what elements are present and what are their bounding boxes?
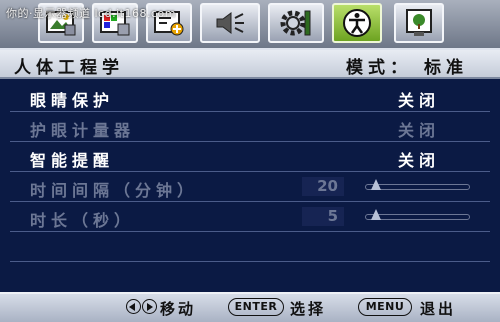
menu-item-label: 时间间隔（分钟） bbox=[30, 181, 199, 200]
audio-tab[interactable] bbox=[200, 3, 260, 43]
eco-plant-icon bbox=[406, 9, 432, 36]
slider-knob bbox=[371, 209, 381, 220]
menu-item-value: 关闭 bbox=[398, 91, 441, 110]
menu-item-eye-protect[interactable]: 眼睛保护 关闭 bbox=[10, 82, 490, 112]
ergonomics-menu: 眼睛保护 关闭 护眼计量器 关闭 智能提醒 关闭 时间间隔（分钟） 20 时长（… bbox=[10, 82, 490, 282]
menu-item-label: 眼睛保护 bbox=[30, 91, 115, 110]
menu-item-label: 智能提醒 bbox=[30, 151, 115, 170]
menu-item-smart-reminder[interactable]: 智能提醒 关闭 bbox=[10, 142, 490, 172]
interval-slider bbox=[365, 179, 470, 190]
menu-item-interval: 时间间隔（分钟） 20 bbox=[10, 172, 490, 202]
menu-item-label: 护眼计量器 bbox=[30, 121, 136, 140]
section-header: 人体工程学 模式： 标准 bbox=[0, 50, 500, 79]
exit-hint: 退出 bbox=[420, 300, 457, 318]
interval-value: 20 bbox=[302, 177, 344, 196]
slider-knob bbox=[371, 179, 381, 190]
watermark-text: 你的‧显示器频道 lcd.it168.com bbox=[6, 7, 176, 20]
system-tab[interactable] bbox=[268, 3, 324, 43]
menu-item-value: 关闭 bbox=[398, 151, 441, 170]
menu-item-duration: 时长（秒） 5 bbox=[10, 202, 490, 232]
menu-item-value: 关闭 bbox=[398, 121, 441, 140]
duration-value: 5 bbox=[302, 207, 344, 226]
empty-row bbox=[10, 232, 490, 262]
section-title: 人体工程学 bbox=[14, 58, 124, 78]
menu-item-label: 时长（秒） bbox=[30, 211, 136, 230]
left-arrow-icon bbox=[126, 299, 141, 314]
mode-label: 模式： bbox=[346, 58, 412, 78]
ergonomics-tab[interactable] bbox=[332, 3, 382, 43]
duration-slider bbox=[365, 209, 470, 220]
speaker-icon bbox=[216, 12, 244, 34]
menu-key-icon: MENU bbox=[358, 298, 412, 316]
select-hint: 选择 bbox=[290, 300, 327, 318]
empty-row bbox=[10, 262, 490, 291]
mode-value: 标准 bbox=[424, 58, 468, 78]
gear-icon bbox=[280, 10, 311, 36]
enter-key-icon: ENTER bbox=[228, 298, 284, 316]
right-arrow-icon bbox=[142, 299, 157, 314]
move-hint: 移动 bbox=[160, 300, 197, 318]
eco-tab[interactable] bbox=[394, 3, 444, 43]
menu-item-eye-meter: 护眼计量器 关闭 bbox=[10, 112, 490, 142]
ergonomics-icon bbox=[343, 9, 371, 37]
navigation-hint-bar: 移动 ENTER 选择 MENU 退出 bbox=[0, 292, 500, 322]
